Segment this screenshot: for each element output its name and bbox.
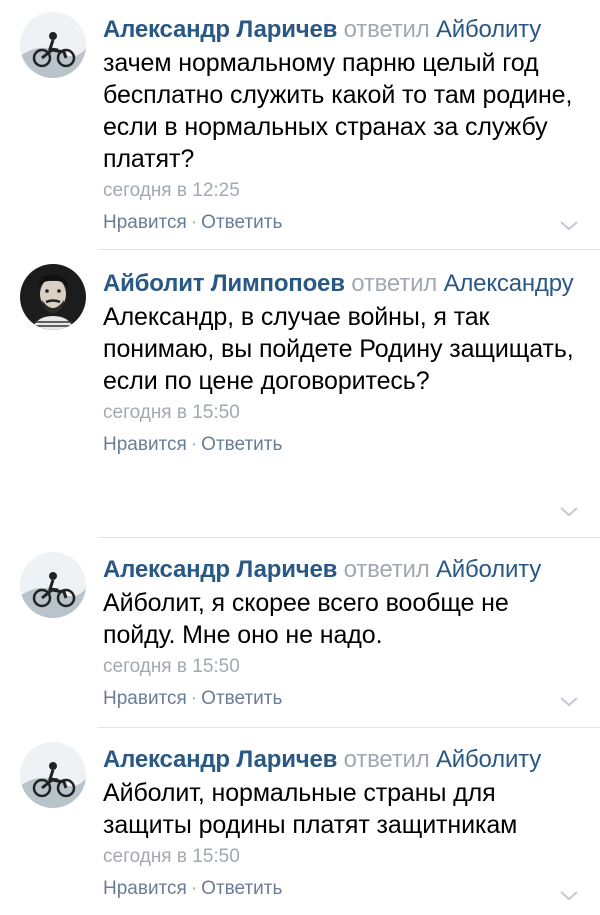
action-separator: · bbox=[190, 434, 198, 455]
motorbike-rider-avatar-icon bbox=[20, 552, 86, 618]
comment-actions: Нравится · Ответить bbox=[103, 211, 580, 235]
motorbike-rider-avatar-icon bbox=[20, 12, 86, 78]
comment-text: Александр, в случае войны, я так понимаю… bbox=[103, 303, 574, 395]
replied-label: ответил bbox=[351, 270, 438, 297]
comment-actions: Нравится · Ответить bbox=[103, 877, 580, 901]
reply-target[interactable]: Айболиту bbox=[436, 746, 541, 773]
comment-header: Айболит Лимпопоев ответил Александру bbox=[103, 268, 580, 299]
comment-actions: Нравится · Ответить bbox=[103, 687, 580, 711]
reply-target[interactable]: Айболиту bbox=[436, 556, 541, 583]
comment-item: Александр Ларичев ответил Айболиту зачем… bbox=[0, 0, 600, 250]
comment-feed: Александр Ларичев ответил Айболиту зачем… bbox=[0, 0, 600, 915]
author-name[interactable]: Айболит Лимпопоев bbox=[103, 270, 345, 297]
comment-header: Александр Ларичев ответил Айболиту bbox=[103, 744, 580, 775]
chevron-down-icon[interactable] bbox=[558, 888, 580, 902]
reply-target[interactable]: Александру bbox=[444, 270, 574, 297]
comment-item: Александр Ларичев ответил Айболиту Айбол… bbox=[0, 728, 600, 915]
reply-button[interactable]: Ответить bbox=[201, 688, 282, 709]
like-button[interactable]: Нравится bbox=[103, 688, 187, 709]
comment-text: зачем нормальному парню целый год беспла… bbox=[103, 49, 573, 173]
comment-time[interactable]: сегодня в 15:50 bbox=[103, 400, 580, 426]
action-separator: · bbox=[190, 212, 198, 233]
chevron-down-icon[interactable] bbox=[558, 504, 580, 518]
like-button[interactable]: Нравится bbox=[103, 878, 187, 899]
comment-item: Айболит Лимпопоев ответил Александру Але… bbox=[0, 250, 600, 538]
reply-button[interactable]: Ответить bbox=[201, 878, 282, 899]
author-name[interactable]: Александр Ларичев bbox=[103, 746, 337, 773]
replied-label: ответил bbox=[343, 16, 430, 43]
reply-button[interactable]: Ответить bbox=[201, 434, 282, 455]
like-button[interactable]: Нравится bbox=[103, 212, 187, 233]
reply-button[interactable]: Ответить bbox=[201, 212, 282, 233]
comment-time[interactable]: сегодня в 15:50 bbox=[103, 654, 580, 680]
comment-time[interactable]: сегодня в 15:50 bbox=[103, 844, 580, 870]
chevron-down-icon[interactable] bbox=[558, 218, 580, 232]
comment-header: Александр Ларичев ответил Айболиту bbox=[103, 554, 580, 585]
replied-label: ответил bbox=[343, 556, 430, 583]
comment-text: Айболит, я скорее всего вообще не пойду.… bbox=[103, 589, 509, 649]
like-button[interactable]: Нравится bbox=[103, 434, 187, 455]
author-name[interactable]: Александр Ларичев bbox=[103, 556, 337, 583]
comment-text: Айболит, нормальные страны для защиты ро… bbox=[103, 779, 518, 839]
comment-header: Александр Ларичев ответил Айболиту bbox=[103, 14, 580, 45]
motorbike-rider-avatar-icon bbox=[20, 742, 86, 808]
comment-actions: Нравится · Ответить bbox=[103, 433, 580, 457]
action-separator: · bbox=[190, 688, 198, 709]
action-separator: · bbox=[190, 878, 198, 899]
chevron-down-icon[interactable] bbox=[558, 694, 580, 708]
avatar[interactable] bbox=[20, 12, 86, 78]
reply-target[interactable]: Айболиту bbox=[436, 16, 541, 43]
avatar[interactable] bbox=[20, 742, 86, 808]
bearded-man-avatar-icon bbox=[20, 264, 86, 330]
avatar[interactable] bbox=[20, 264, 86, 330]
avatar[interactable] bbox=[20, 552, 86, 618]
comment-item: Александр Ларичев ответил Айболиту Айбол… bbox=[0, 538, 600, 728]
comment-time[interactable]: сегодня в 12:25 bbox=[103, 178, 580, 204]
replied-label: ответил bbox=[343, 746, 430, 773]
author-name[interactable]: Александр Ларичев bbox=[103, 16, 337, 43]
